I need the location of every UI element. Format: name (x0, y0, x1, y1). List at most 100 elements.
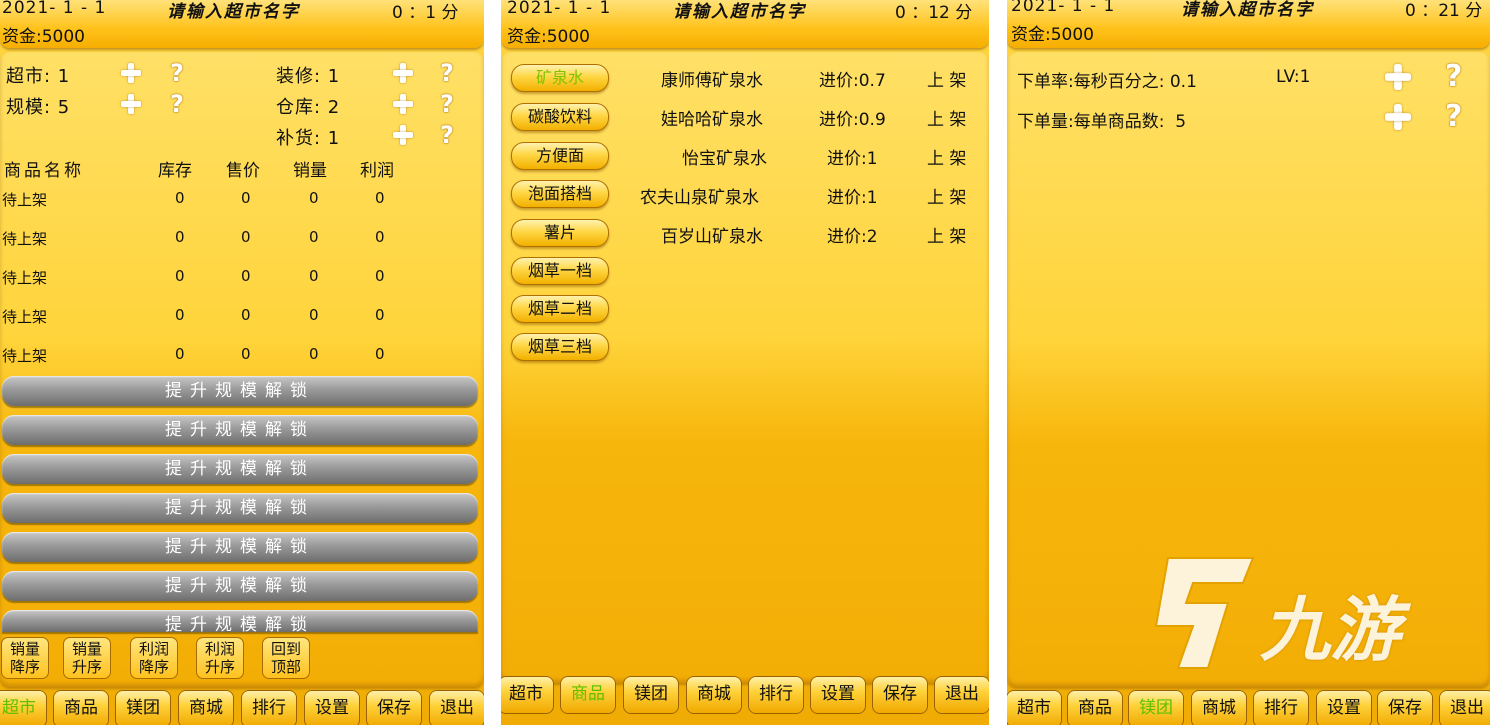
price-cell: 0 (241, 189, 251, 207)
list-product-button[interactable]: 上 架 (927, 222, 966, 247)
supermarket-help-icon[interactable]: ? (170, 61, 184, 85)
col-header-profit: 利润 (360, 161, 394, 181)
price-cell: 0 (241, 267, 251, 285)
sales-cell: 0 (309, 189, 319, 207)
list-product-button[interactable]: 上 架 (927, 183, 966, 208)
upgrade-decoration-plus-icon[interactable] (392, 62, 414, 84)
nav-settings[interactable]: 设置 (305, 691, 359, 725)
stock-cell: 0 (175, 345, 185, 363)
product-row: 百岁山矿泉水 进价:2 上 架 (501, 222, 989, 247)
locked-slot-button[interactable]: 提升规模解锁 (2, 493, 478, 523)
upgrade-restock-plus-icon[interactable] (392, 124, 414, 146)
nav-ranking[interactable]: 排行 (749, 677, 803, 713)
warehouse-level: 仓库: 2 (276, 97, 341, 118)
money-label: 资金:5000 (507, 27, 590, 47)
locked-slot-button[interactable]: 提升规模解锁 (2, 376, 478, 406)
upgrade-warehouse-plus-icon[interactable] (392, 93, 414, 115)
sort-label-line1: 销量 (71, 640, 102, 658)
locked-slot-button[interactable]: 提升规模解锁 (2, 415, 478, 445)
product-name-cell: 待上架 (2, 191, 48, 209)
order-quantity-label: 下单量:每单商品数: 5 (1017, 112, 1187, 132)
table-row[interactable]: 待上架 0 0 0 0 (0, 345, 480, 369)
bottom-nav: 超市 商品 镁团 商城 排行 设置 保存 退出 (0, 689, 484, 725)
nav-products[interactable]: 商品 (561, 677, 615, 713)
price-cell: 0 (241, 345, 251, 363)
table-row[interactable]: 待上架 0 0 0 0 (0, 189, 480, 213)
table-row[interactable]: 待上架 0 0 0 0 (0, 228, 480, 252)
locked-slot-button[interactable]: 提升规模解锁 (2, 610, 478, 632)
product-cost: 进价:1 (827, 149, 878, 169)
list-product-button[interactable]: 上 架 (927, 144, 966, 169)
upgrade-scale-plus-icon[interactable] (120, 93, 142, 115)
sort-label-line2: 顶部 (270, 658, 301, 676)
nav-supermarket[interactable]: 超市 (1007, 691, 1061, 725)
table-row[interactable]: 待上架 0 0 0 0 (0, 267, 480, 291)
stock-cell: 0 (175, 267, 185, 285)
product-name: 农夫山泉矿泉水 (640, 188, 759, 208)
nav-meituan[interactable]: 镁团 (624, 677, 678, 713)
sort-profit-desc-button[interactable]: 利润 降序 (130, 637, 178, 679)
sales-cell: 0 (309, 267, 319, 285)
locked-slot-button[interactable]: 提升规模解锁 (2, 571, 478, 601)
col-header-stock: 库存 (158, 161, 192, 181)
store-name-input[interactable]: 请输入超市名字 (673, 0, 806, 22)
stock-cell: 0 (175, 228, 185, 246)
order-rate-help-icon[interactable]: ? (1445, 62, 1462, 92)
store-name-input[interactable]: 请输入超市名字 (167, 0, 300, 22)
nav-meituan[interactable]: 镁团 (116, 691, 170, 725)
money-label: 资金:5000 (1011, 25, 1094, 45)
upgrade-order-qty-plus-icon[interactable] (1384, 103, 1413, 132)
nav-exit[interactable]: 退出 (935, 677, 989, 713)
nav-exit[interactable]: 退出 (430, 691, 484, 725)
product-name: 娃哈哈矿泉水 (661, 110, 763, 130)
back-to-top-button[interactable]: 回到 顶部 (262, 637, 310, 679)
list-product-button[interactable]: 上 架 (927, 105, 966, 130)
table-row[interactable]: 待上架 0 0 0 0 (0, 306, 480, 330)
category-tobacco-1-tab[interactable]: 烟草一档 (511, 257, 609, 285)
upgrade-supermarket-plus-icon[interactable] (120, 62, 142, 84)
main-content: 超市: 1 ? 装修: 1 ? 规模: 5 ? 仓库: 2 ? 补货: 1 ? … (0, 52, 484, 687)
nav-settings[interactable]: 设置 (811, 677, 865, 713)
time-label: 0 ：21 分 (1405, 1, 1483, 21)
list-product-button[interactable]: 上 架 (927, 66, 966, 91)
locked-slot-button[interactable]: 提升规模解锁 (2, 532, 478, 562)
nav-ranking[interactable]: 排行 (242, 691, 296, 725)
top-header: 2021- 1 - 1 请输入超市名字 0 ：1 分 资金:5000 (0, 0, 484, 48)
sort-label-line2: 升序 (204, 658, 235, 676)
profit-cell: 0 (375, 345, 385, 363)
sort-label-line1: 利润 (204, 640, 235, 658)
category-tobacco-3-tab[interactable]: 烟草三档 (511, 333, 609, 361)
upgrade-order-rate-plus-icon[interactable] (1384, 63, 1413, 92)
scale-help-icon[interactable]: ? (170, 92, 184, 116)
nav-save[interactable]: 保存 (367, 691, 421, 725)
product-name-cell: 待上架 (2, 347, 48, 365)
sort-label-line1: 利润 (138, 640, 169, 658)
decoration-help-icon[interactable]: ? (440, 61, 454, 85)
nav-mall[interactable]: 商城 (179, 691, 233, 725)
sort-sales-asc-button[interactable]: 销量 升序 (63, 637, 111, 679)
sort-label-line1: 回到 (270, 640, 301, 658)
product-name-cell: 待上架 (2, 230, 48, 248)
sales-cell: 0 (309, 345, 319, 363)
product-cost: 进价:2 (827, 227, 878, 247)
supermarket-level: 超市: 1 (6, 66, 71, 87)
nav-supermarket[interactable]: 超市 (501, 677, 553, 713)
category-tobacco-2-tab[interactable]: 烟草二档 (511, 295, 609, 323)
nav-products[interactable]: 商品 (54, 691, 108, 725)
sort-sales-desc-button[interactable]: 销量 降序 (1, 637, 49, 679)
sort-profit-asc-button[interactable]: 利润 升序 (196, 637, 244, 679)
nav-save[interactable]: 保存 (873, 677, 927, 713)
locked-slot-button[interactable]: 提升规模解锁 (2, 454, 478, 484)
restock-help-icon[interactable]: ? (440, 123, 454, 147)
nav-products[interactable]: 商品 (1068, 691, 1122, 725)
product-row: 农夫山泉矿泉水 进价:1 上 架 (501, 183, 989, 208)
nav-mall[interactable]: 商城 (687, 677, 741, 713)
nav-supermarket[interactable]: 超市 (0, 691, 46, 725)
watermark-text: 九游 (1260, 589, 1400, 671)
product-cost: 进价:0.7 (819, 71, 886, 91)
order-qty-help-icon[interactable]: ? (1445, 102, 1462, 132)
warehouse-help-icon[interactable]: ? (440, 92, 454, 116)
product-name: 怡宝矿泉水 (682, 149, 767, 169)
sales-cell: 0 (309, 228, 319, 246)
store-name-input[interactable]: 请输入超市名字 (1181, 0, 1314, 20)
